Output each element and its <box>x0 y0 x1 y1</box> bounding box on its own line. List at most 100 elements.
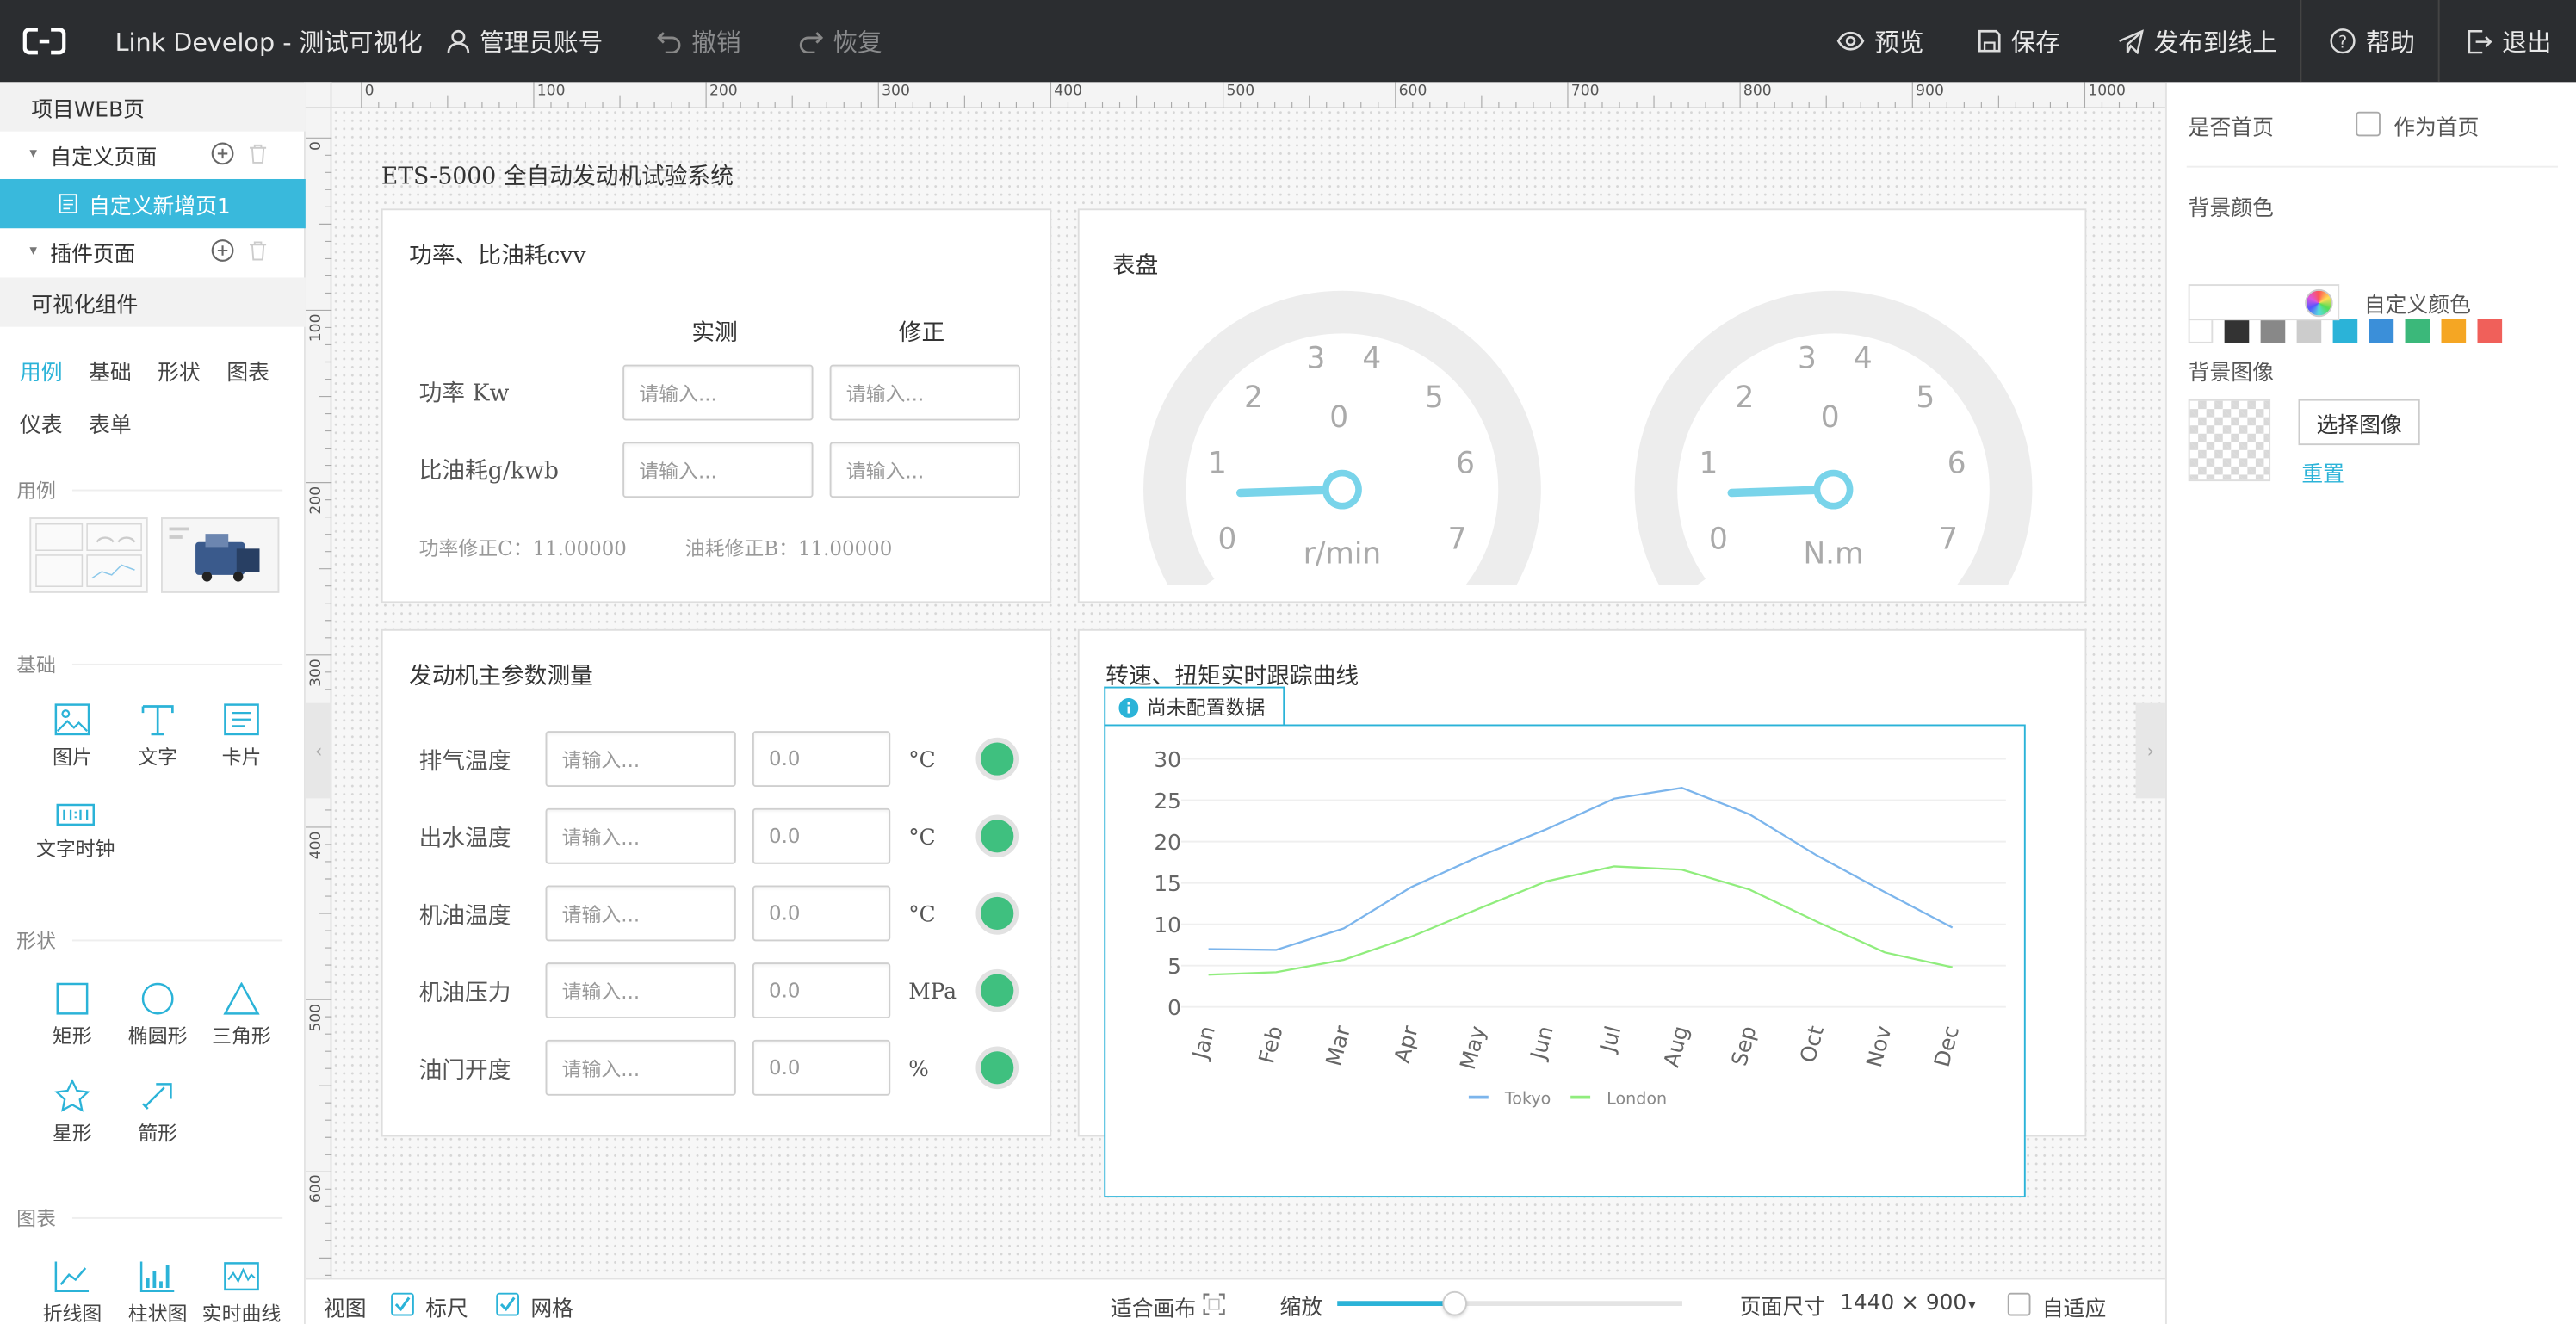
engine-param-input[interactable]: 请输入... <box>545 807 736 864</box>
power-corrected-input[interactable]: 请输入... <box>829 364 1020 421</box>
tool-star[interactable]: 星形 <box>29 1079 115 1147</box>
tool-triangle[interactable]: 三角形 <box>199 982 284 1049</box>
engine-param-input[interactable]: 请输入... <box>545 731 736 788</box>
tab-charts[interactable]: 图表 <box>226 355 269 387</box>
fit-canvas-label[interactable]: 适合画布 <box>1111 1291 1196 1322</box>
admin-account-button[interactable]: 管理员账号 <box>447 0 603 82</box>
tool-ellipse[interactable]: 椭圆形 <box>115 982 201 1049</box>
bg-image-label: 背景图像 <box>2188 361 2274 387</box>
tool-text[interactable]: 文字 <box>115 703 201 770</box>
reset-image-link[interactable]: 重置 <box>2301 456 2344 488</box>
engine-param-value[interactable]: 0.0 <box>752 885 891 942</box>
help-button[interactable]: ? 帮助 <box>2330 0 2415 82</box>
right-panel-collapse-handle[interactable]: › <box>2135 702 2165 799</box>
color-swatch[interactable] <box>2296 319 2322 343</box>
ruler-label: 200 <box>308 486 325 515</box>
tree-item-custom-page-1[interactable]: 自定义新增页1 <box>0 178 306 229</box>
tab-forms[interactable]: 表单 <box>89 407 132 439</box>
color-wheel-icon[interactable] <box>2305 288 2333 318</box>
link-develop-logo-icon[interactable] <box>22 0 66 82</box>
color-swatch[interactable] <box>2188 319 2214 343</box>
tool-arrow[interactable]: 箭形 <box>115 1080 201 1147</box>
tree-item-custom-pages[interactable]: ▾ 自定义页面 <box>0 130 306 179</box>
page-size-value: 1440 × 900 <box>1840 1290 1967 1316</box>
color-swatch[interactable] <box>2441 319 2467 343</box>
tab-shapes[interactable]: 形状 <box>158 355 201 387</box>
tab-gauges[interactable]: 仪表 <box>20 407 63 439</box>
example-thumbnail-machine[interactable] <box>160 517 280 593</box>
left-panel: 项目WEB页 ▾ 自定义页面 自定义新增页1 ▾ 插件页面 可视化组件 用例 基… <box>0 82 306 1324</box>
arrow-icon <box>142 1083 172 1110</box>
gauge-center-label: 0 <box>1329 400 1348 435</box>
add-plugin-page-icon[interactable] <box>210 238 235 263</box>
engine-param-value[interactable]: 0.0 <box>752 807 891 864</box>
undo-button[interactable]: 撤销 <box>657 0 741 82</box>
color-swatch[interactable] <box>2405 319 2430 343</box>
help-icon: ? <box>2330 28 2356 54</box>
tab-basic[interactable]: 基础 <box>89 355 132 387</box>
y-tick-label: 5 <box>1167 954 1181 979</box>
ruler-label: 1000 <box>2088 84 2126 101</box>
engine-param-value[interactable]: 0.0 <box>752 731 891 788</box>
engine-params-card[interactable]: 发动机主参数测量 排气温度 请输入... 0.0 °C 出水温度 请输入... 0.0 °C 机… <box>381 628 1052 1137</box>
selected-chart-component[interactable]: 0 5 10 15 20 25 30 Jan Feb Mar Apr May Jun Jul Aug Sep O… <box>1104 724 2026 1198</box>
ruler-label: 300 <box>882 84 910 101</box>
color-swatch[interactable] <box>2332 319 2358 343</box>
choose-image-button[interactable]: 选择图像 <box>2298 399 2420 446</box>
zoom-slider-handle[interactable] <box>1441 1290 1467 1316</box>
adaptive-checkbox[interactable] <box>2007 1292 2031 1316</box>
design-canvas[interactable]: ETS-5000 全自动发动机试验系统 功率、比油耗cvv 实测 修正 功率 K… <box>305 108 2165 1278</box>
gauge-tick-label: 0 <box>1709 522 1728 556</box>
rpm-gauge[interactable]: 0123 45670r/min <box>1142 289 1552 585</box>
torque-gauge[interactable]: 0123 45670N.m <box>1633 289 2044 585</box>
engine-param-input[interactable]: 请输入... <box>545 1039 736 1096</box>
color-swatch[interactable] <box>2260 319 2286 343</box>
tool-bar-chart[interactable]: 柱状图 <box>115 1260 201 1324</box>
page-size-select[interactable]: 1440 × 900 ▾ <box>1840 1291 1976 1316</box>
x-tick-label: Oct <box>1795 1023 1829 1065</box>
fit-screen-icon[interactable] <box>1203 1293 1226 1316</box>
custom-color-input[interactable] <box>2188 284 2340 321</box>
set-home-checkbox[interactable] <box>2356 111 2381 137</box>
trash-icon[interactable] <box>248 240 268 262</box>
realtime-curve-icon <box>224 1262 259 1291</box>
logout-button[interactable]: 退出 <box>2468 0 2551 82</box>
x-tick-label: Nov <box>1861 1024 1897 1070</box>
tool-rectangle[interactable]: 矩形 <box>29 982 115 1049</box>
ruler-checkbox[interactable] <box>391 1292 414 1316</box>
engine-param-value[interactable]: 0.0 <box>752 1039 891 1096</box>
example-thumbnail-dashboard[interactable] <box>29 517 148 593</box>
tool-line-chart[interactable]: 折线图 <box>29 1260 115 1324</box>
power-measured-input[interactable]: 请输入... <box>622 364 814 421</box>
gauge-card[interactable]: 表盘 0 1 2 3 4 5 6 7 0 r/min 0 1 2 3 4 5 6 7 0 N.m <box>1077 208 2087 603</box>
tab-examples[interactable]: 用例 <box>20 355 63 387</box>
color-swatch[interactable] <box>2369 319 2394 343</box>
engine-param-unit: % <box>908 1057 929 1083</box>
power-card[interactable]: 功率、比油耗cvv 实测 修正 功率 Kw 请输入... 请输入... 比油耗g… <box>381 208 1052 603</box>
zoom-slider-track[interactable] <box>1337 1290 1682 1316</box>
project-web-pages-header[interactable]: 项目WEB页 <box>0 82 306 132</box>
redo-button[interactable]: 恢复 <box>798 0 882 82</box>
left-panel-collapse-handle[interactable]: ‹ <box>305 702 332 799</box>
tool-realtime-curve[interactable]: 实时曲线 <box>199 1260 284 1324</box>
color-swatch[interactable] <box>2477 319 2503 343</box>
preview-button[interactable]: 预览 <box>1836 0 1923 82</box>
save-button[interactable]: 保存 <box>1978 0 2060 82</box>
tool-card[interactable]: 卡片 <box>199 703 284 770</box>
tool-text-clock[interactable]: 文字时钟 <box>29 801 121 863</box>
publish-button[interactable]: 发布到线上 <box>2118 0 2277 82</box>
engine-param-input[interactable]: 请输入... <box>545 962 736 1019</box>
tool-image[interactable]: 图片 <box>29 703 115 770</box>
fuel-corrected-input[interactable]: 请输入... <box>829 442 1020 498</box>
tool-line-chart-label: 折线图 <box>42 1302 102 1324</box>
color-swatch[interactable] <box>2224 319 2250 343</box>
engine-param-value[interactable]: 0.0 <box>752 962 891 1019</box>
fuel-measured-input[interactable]: 请输入... <box>622 442 814 498</box>
add-page-icon[interactable] <box>210 141 235 166</box>
grid-checkbox[interactable] <box>496 1292 519 1316</box>
publish-label: 发布到线上 <box>2153 27 2277 57</box>
engine-param-unit: °C <box>908 749 936 774</box>
tree-item-plugin-pages[interactable]: ▾ 插件页面 <box>0 226 306 275</box>
engine-param-input[interactable]: 请输入... <box>545 885 736 942</box>
trash-icon[interactable] <box>248 143 268 164</box>
